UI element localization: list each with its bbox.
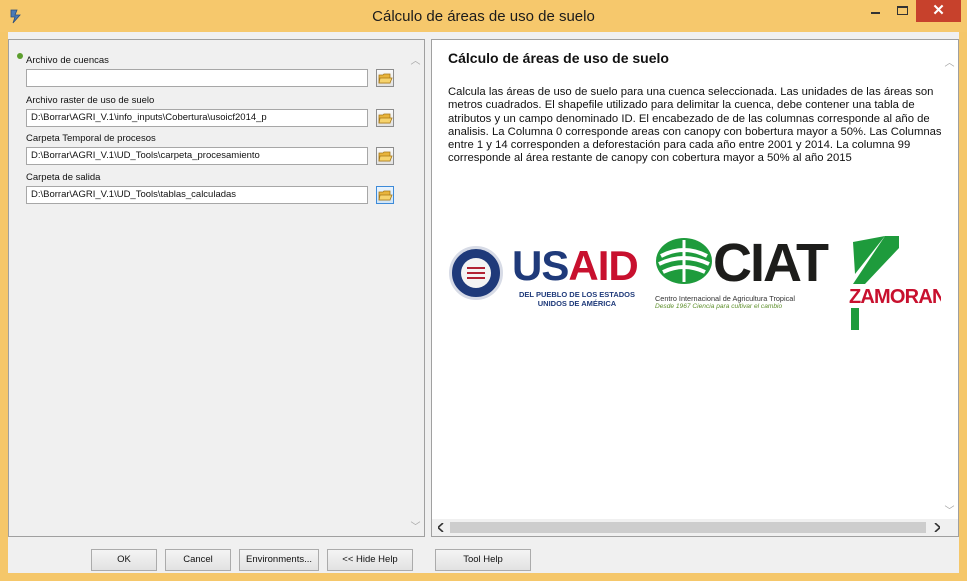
- usaid-logo: USAID DEL PUEBLO DE LOS ESTADOS UNIDOS D…: [449, 240, 639, 310]
- help-description: Calcula las áreas de uso de suelo para u…: [448, 86, 942, 165]
- open-folder-icon: [378, 113, 393, 124]
- param-label-archivo-cuencas: Archivo de cuencas: [26, 55, 109, 66]
- zamorano-emblem-icon: [853, 236, 899, 284]
- tool-help-button[interactable]: Tool Help: [435, 549, 531, 571]
- archivo-cuencas-input[interactable]: [26, 69, 368, 87]
- browse-cuencas-button[interactable]: [376, 69, 394, 87]
- horizontal-scroll-thumb[interactable]: [450, 522, 926, 533]
- ciat-subtitle: Centro Internacional de Agricultura Trop…: [655, 294, 795, 303]
- ciat-tagline: Desde 1967 Ciencia para cultivar el camb…: [655, 303, 783, 310]
- browse-temporal-button[interactable]: [376, 147, 394, 165]
- title-bar[interactable]: Cálculo de áreas de uso de suelo ✕: [0, 0, 967, 32]
- parameters-panel: Archivo de cuencas Archivo raster de uso…: [8, 39, 425, 537]
- scroll-right-icon[interactable]: [934, 523, 940, 532]
- close-icon: ✕: [932, 2, 945, 19]
- help-panel: Cálculo de áreas de uso de suelo Calcula…: [431, 39, 959, 537]
- minimize-icon: [871, 12, 880, 14]
- required-indicator-icon: [17, 53, 23, 59]
- open-folder-icon: [378, 190, 393, 201]
- browse-raster-button[interactable]: [376, 109, 394, 127]
- ciat-logo: CIAT Centro Internacional de Agricultura…: [655, 232, 830, 322]
- carpeta-salida-input[interactable]: D:\Borrar\AGRI_V.1\UD_Tools\tablas_calcu…: [26, 186, 368, 204]
- ciat-emblem-icon: [656, 238, 712, 284]
- scroll-down-icon[interactable]: ﹀: [407, 518, 424, 533]
- maximize-icon: [897, 6, 908, 15]
- param-label-raster-uso-suelo: Archivo raster de uso de suelo: [26, 95, 155, 106]
- param-label-carpeta-temporal: Carpeta Temporal de procesos: [26, 133, 156, 144]
- help-horizontal-scrollbar[interactable]: [432, 519, 958, 536]
- cancel-button[interactable]: Cancel: [165, 549, 231, 571]
- parameters-scrollbar[interactable]: ︿ ﹀: [407, 40, 424, 536]
- close-button[interactable]: ✕: [916, 0, 961, 22]
- help-vertical-scrollbar[interactable]: ︿ ﹀: [941, 40, 958, 520]
- dialog-client-area: Archivo de cuencas Archivo raster de uso…: [8, 32, 959, 573]
- usaid-seal-icon: [449, 246, 503, 300]
- hide-help-button[interactable]: << Hide Help: [327, 549, 413, 571]
- scroll-left-icon[interactable]: [438, 523, 444, 532]
- usaid-wordmark: USAID: [512, 242, 639, 289]
- scroll-down-icon[interactable]: ﹀: [941, 502, 958, 517]
- maximize-button[interactable]: [889, 0, 916, 22]
- environments-button[interactable]: Environments...: [239, 549, 319, 571]
- open-folder-icon: [378, 73, 393, 84]
- ok-button[interactable]: OK: [91, 549, 157, 571]
- param-label-carpeta-salida: Carpeta de salida: [26, 172, 101, 183]
- ciat-wordmark: CIAT: [713, 233, 829, 293]
- scroll-up-icon[interactable]: ︿: [941, 54, 958, 69]
- scroll-up-icon[interactable]: ︿: [407, 52, 424, 67]
- carpeta-temporal-input[interactable]: D:\Borrar\AGRI_V.1\UD_Tools\carpeta_proc…: [26, 147, 368, 165]
- raster-uso-suelo-input[interactable]: D:\Borrar\AGRI_V.1\info_inputs\Cobertura…: [26, 109, 368, 127]
- window-title: Cálculo de áreas de uso de suelo: [372, 8, 595, 25]
- tool-dialog-window: Cálculo de áreas de uso de suelo ✕ Archi…: [0, 0, 967, 581]
- zamorano-bar-icon: [851, 308, 859, 330]
- usaid-subtitle: DEL PUEBLO DE LOS ESTADOS UNIDOS DE AMÉR…: [519, 290, 635, 308]
- open-folder-icon: [378, 151, 393, 162]
- help-title: Cálculo de áreas de uso de suelo: [448, 50, 669, 66]
- minimize-button[interactable]: [862, 0, 889, 22]
- browse-salida-button[interactable]: [376, 186, 394, 204]
